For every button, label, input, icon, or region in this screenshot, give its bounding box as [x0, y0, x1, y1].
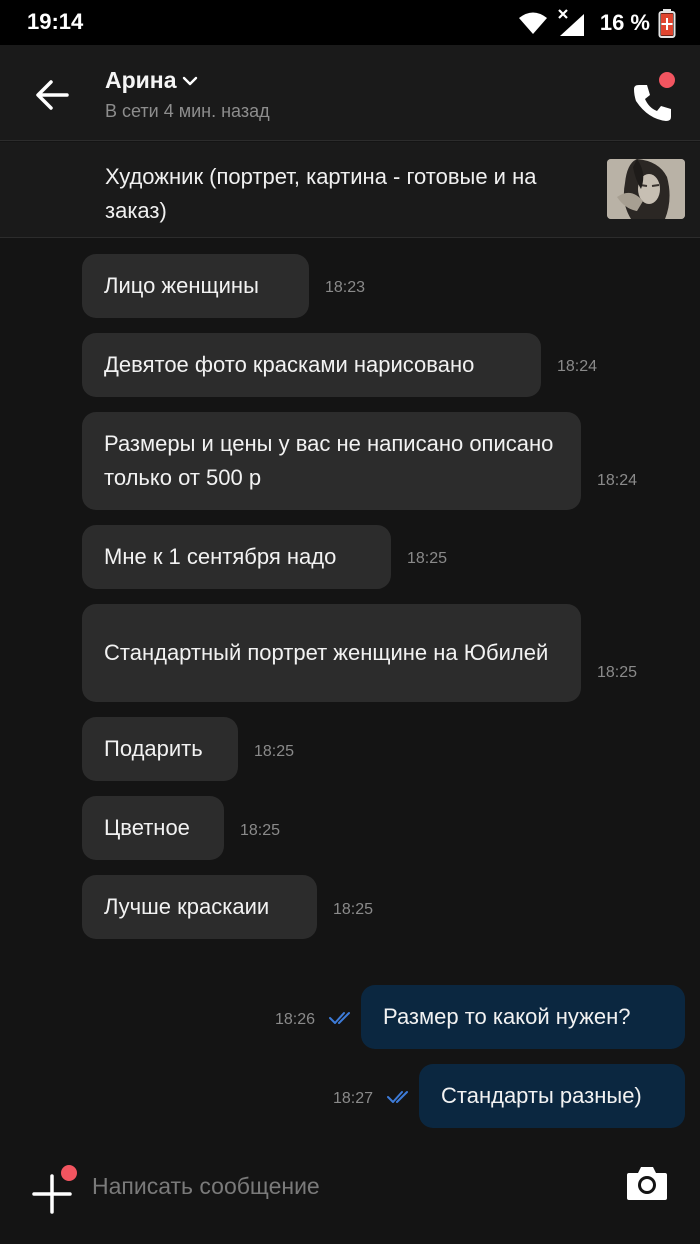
- message-bubble-outgoing[interactable]: Стандарты разные): [419, 1064, 685, 1128]
- battery-percent: 16 %: [599, 10, 650, 35]
- message-time: 18:23: [325, 279, 366, 296]
- message-list: Лицо женщины 18:23 Девятое фото красками…: [0, 239, 700, 1139]
- notification-dot: [58, 1162, 80, 1184]
- message-bubble-incoming[interactable]: Стандартный портрет женщине на Юбилей: [82, 604, 581, 702]
- message-text: Цветное: [104, 815, 190, 840]
- contact-status: В сети 4 мин. назад: [105, 101, 270, 121]
- message-text: Стандартный портрет женщине на Юбилей: [104, 640, 549, 665]
- message-time: 18:27: [333, 1090, 374, 1107]
- camera-button[interactable]: [626, 1164, 670, 1208]
- listing-thumbnail: [607, 159, 685, 219]
- message-time: 18:24: [557, 358, 598, 375]
- message-bubble-incoming[interactable]: Мне к 1 сентября надо: [82, 525, 391, 589]
- wifi-icon: [518, 12, 547, 34]
- status-time: 19:14: [27, 9, 84, 34]
- back-button[interactable]: [28, 75, 76, 115]
- message-time: 18:26: [275, 1011, 316, 1028]
- contact-name: Арина: [105, 67, 177, 93]
- message-text: Подарить: [104, 736, 203, 761]
- cell-signal-icon: [558, 9, 584, 36]
- message-time: 18:25: [407, 550, 448, 567]
- message-text: Лицо женщины: [104, 273, 259, 298]
- contact-name-dropdown[interactable]: Арина: [105, 67, 198, 94]
- attach-button[interactable]: [30, 1162, 86, 1218]
- listing-title: Художник (портрет, картина - готовые и н…: [105, 164, 537, 223]
- camera-icon: [627, 1167, 667, 1200]
- message-time: 18:25: [597, 664, 638, 681]
- listing-bar[interactable]: Художник (портрет, картина - готовые и н…: [0, 142, 700, 238]
- message-bubble-incoming[interactable]: Лучше краскаии: [82, 875, 317, 939]
- message-bubble-outgoing[interactable]: Размер то какой нужен?: [361, 985, 685, 1049]
- message-time: 18:25: [254, 743, 295, 760]
- message-time: 18:25: [240, 822, 281, 839]
- double-check-icon: [387, 1091, 408, 1103]
- chevron-down-icon: [183, 76, 198, 85]
- message-composer: [0, 1140, 700, 1244]
- message-bubble-incoming[interactable]: Размеры и цены у вас не написано описано…: [82, 412, 581, 510]
- status-bar: 19:14 16 %: [0, 0, 700, 45]
- notification-dot: [656, 69, 678, 91]
- message-bubble-incoming[interactable]: Лицо женщины: [82, 254, 309, 318]
- message-bubble-incoming[interactable]: Цветное: [82, 796, 224, 860]
- arrow-left-icon: [36, 80, 69, 110]
- double-check-icon: [329, 1012, 350, 1024]
- status-icons: 16 %: [518, 7, 676, 39]
- chat-header: Арина В сети 4 мин. назад: [0, 45, 700, 141]
- message-text: Мне к 1 сентября надо: [104, 544, 337, 569]
- message-text: Размер то какой нужен?: [383, 1004, 631, 1029]
- message-text: Размеры и цены у вас не написано описано…: [104, 431, 554, 490]
- call-button[interactable]: [626, 69, 686, 125]
- message-time: 18:25: [333, 901, 374, 918]
- message-text: Девятое фото красками нарисовано: [104, 352, 475, 377]
- message-input[interactable]: [92, 1166, 592, 1206]
- message-text: Стандарты разные): [441, 1083, 642, 1108]
- message-time: 18:24: [597, 472, 638, 489]
- message-bubble-incoming[interactable]: Подарить: [82, 717, 238, 781]
- message-bubble-incoming[interactable]: Девятое фото красками нарисовано: [82, 333, 541, 397]
- message-text: Лучше краскаии: [104, 894, 270, 919]
- battery-icon: [658, 9, 676, 38]
